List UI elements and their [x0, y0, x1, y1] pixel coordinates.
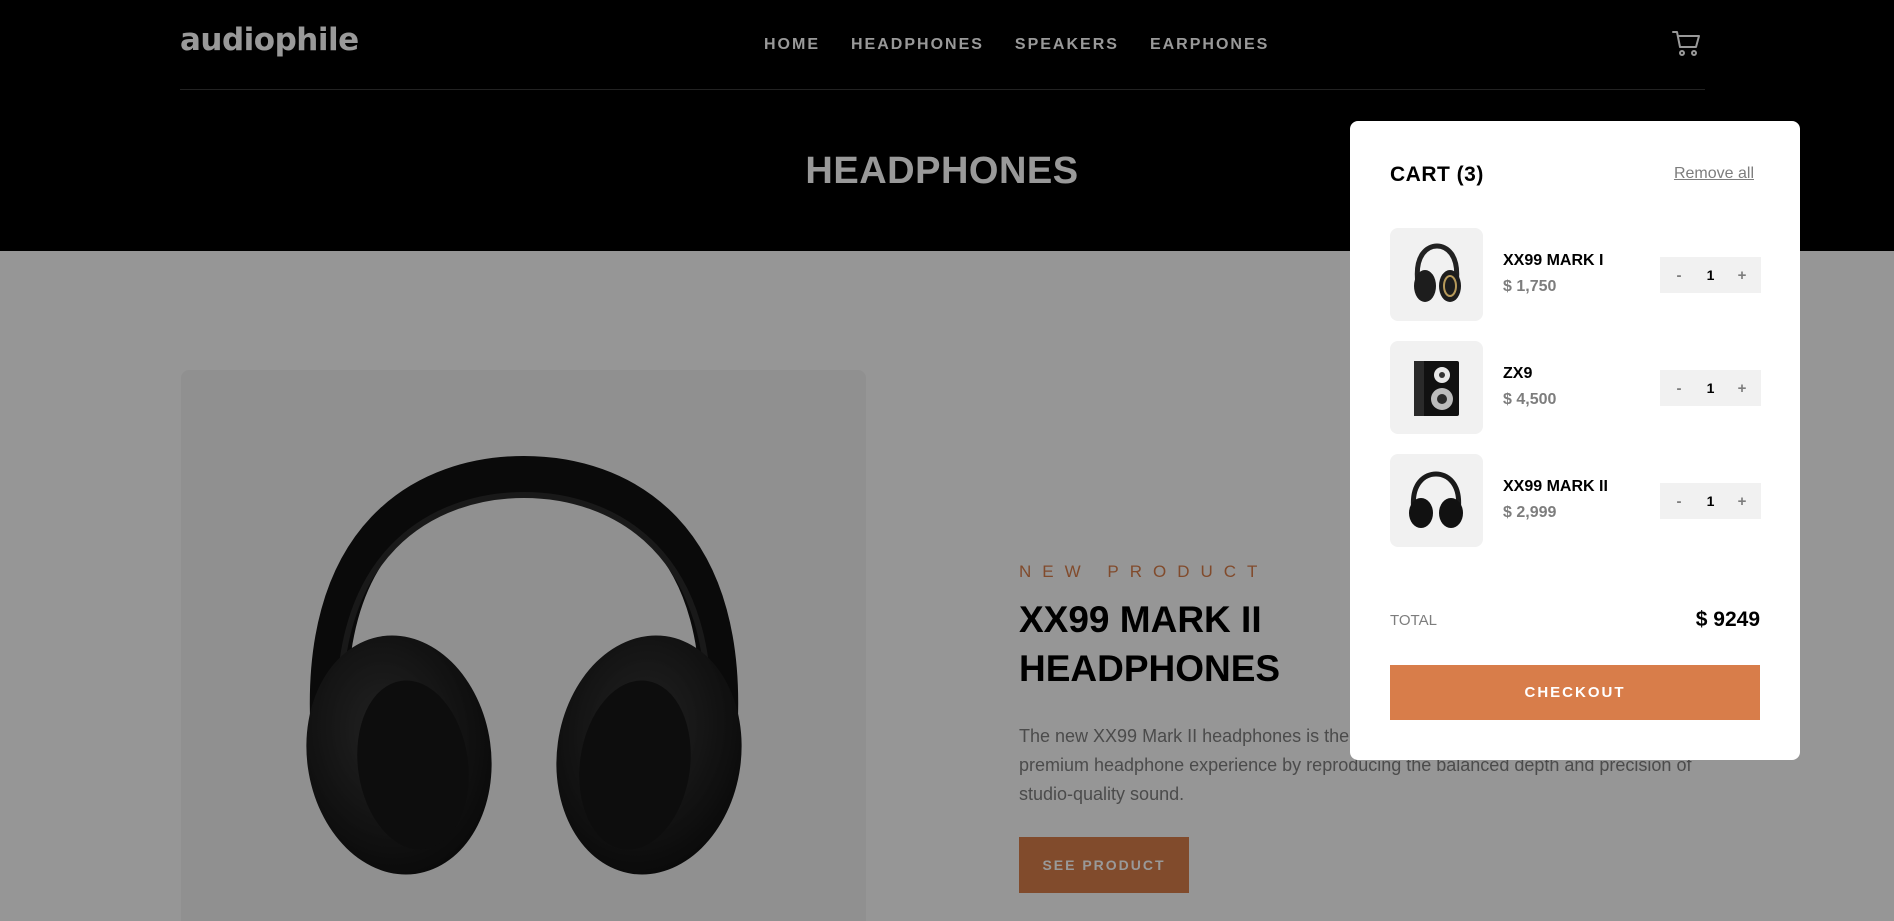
quantity-stepper: - 1 + [1660, 257, 1761, 293]
increment-button[interactable]: + [1735, 267, 1749, 284]
quantity-value: 1 [1706, 493, 1715, 509]
cart-item: XX99 MARK II $ 2,999 - 1 + [1390, 454, 1762, 547]
quantity-stepper: - 1 + [1660, 483, 1761, 519]
decrement-button[interactable]: - [1672, 380, 1686, 397]
cart-item: XX99 MARK I $ 1,750 - 1 + [1390, 228, 1762, 321]
quantity-value: 1 [1706, 267, 1715, 283]
checkout-button[interactable]: CHECKOUT [1390, 665, 1760, 720]
quantity-stepper: - 1 + [1660, 370, 1761, 406]
increment-button[interactable]: + [1735, 380, 1749, 397]
cart-title: CART (3) [1390, 163, 1484, 186]
cart-item-name: ZX9 [1503, 365, 1533, 382]
cart-item-thumbnail [1390, 341, 1483, 434]
cart-item-price: $ 2,999 [1503, 504, 1557, 521]
cart-item-name: XX99 MARK II [1503, 478, 1608, 495]
cart-item-thumbnail [1390, 228, 1483, 321]
increment-button[interactable]: + [1735, 493, 1749, 510]
cart-item-price: $ 4,500 [1503, 391, 1557, 408]
decrement-button[interactable]: - [1672, 267, 1686, 284]
total-label: TOTAL [1390, 612, 1437, 629]
cart-item-price: $ 1,750 [1503, 278, 1557, 295]
cart-item: ZX9 $ 4,500 - 1 + [1390, 341, 1762, 434]
cart-modal: CART (3) Remove all XX99 MARK I $ 1,750 … [1350, 121, 1800, 760]
decrement-button[interactable]: - [1672, 493, 1686, 510]
total-value: $ 9249 [1695, 608, 1760, 631]
cart-item-name: XX99 MARK I [1503, 252, 1604, 269]
remove-all-button[interactable]: Remove all [1674, 165, 1754, 183]
cart-item-thumbnail [1390, 454, 1483, 547]
quantity-value: 1 [1706, 380, 1715, 396]
